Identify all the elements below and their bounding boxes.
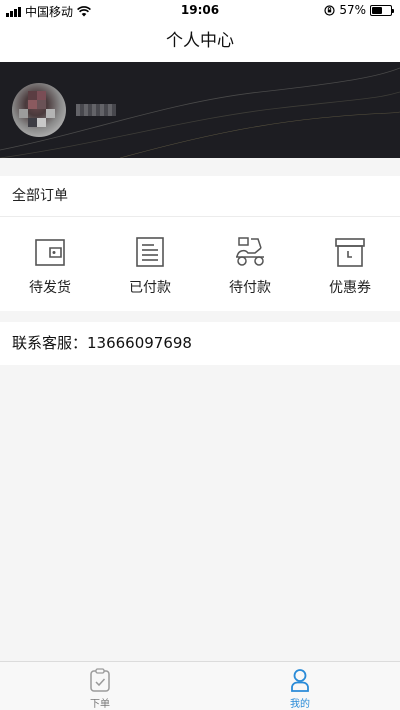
order-item-label: 优惠券 [329, 280, 371, 296]
customer-service-row[interactable]: 联系客服：13666097698 [0, 322, 400, 365]
order-item-label: 已付款 [129, 280, 171, 296]
tab-label: 我的 [290, 699, 310, 710]
order-item-coupons[interactable]: 优惠券 [300, 217, 400, 311]
battery-icon [370, 4, 394, 16]
battery-percent: 57% [339, 3, 366, 17]
order-item-label: 待发货 [29, 280, 71, 296]
tab-bar: 下单 我的 [0, 661, 400, 710]
tab-label: 下单 [90, 699, 110, 710]
status-right: 57% [324, 3, 394, 17]
avatar[interactable] [12, 83, 66, 137]
page-title: 个人中心 [166, 31, 234, 51]
orientation-lock-icon [324, 4, 335, 16]
scooter-icon [236, 237, 264, 266]
orders-card: 全部订单 待发货 已付款 待付款 优惠券 [0, 176, 400, 311]
order-item-to-ship[interactable]: 待发货 [0, 217, 100, 311]
username-redacted [76, 104, 116, 116]
order-shortcuts: 待发货 已付款 待付款 优惠券 [0, 217, 400, 311]
order-item-unpaid[interactable]: 待付款 [200, 217, 300, 311]
user-icon [291, 669, 309, 692]
tab-order[interactable]: 下单 [0, 662, 200, 710]
receipt-icon [136, 237, 164, 267]
clipboard-check-icon [90, 668, 110, 692]
profile-banner[interactable] [0, 62, 400, 158]
box-icon [335, 238, 365, 267]
tab-mine[interactable]: 我的 [200, 662, 400, 710]
order-item-paid[interactable]: 已付款 [100, 217, 200, 311]
all-orders-link[interactable]: 全部订单 [0, 176, 400, 217]
customer-service-label: 联系客服：13666097698 [12, 334, 192, 352]
nav-bar: 个人中心 [0, 20, 400, 62]
order-item-label: 待付款 [229, 280, 271, 296]
status-bar: 中国移动 19:06 57% [0, 0, 400, 20]
wallet-icon [35, 239, 65, 266]
